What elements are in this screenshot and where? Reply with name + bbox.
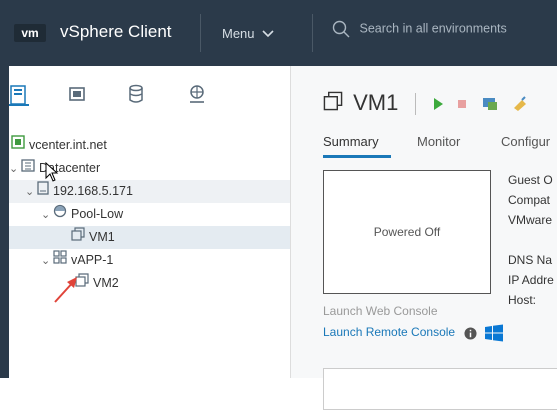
vm-icon xyxy=(323,91,343,117)
header-divider xyxy=(312,14,313,52)
tab-configure[interactable]: Configur xyxy=(501,134,550,149)
tree-item-label: VM2 xyxy=(93,276,119,290)
migrate-icon[interactable] xyxy=(504,90,528,115)
info-label: IP Addre xyxy=(508,273,554,287)
chevron-down-icon[interactable]: ⌄ xyxy=(9,158,21,181)
launch-remote-console-link[interactable]: Launch Remote Console xyxy=(323,324,503,342)
search-placeholder: Search in all environments xyxy=(359,21,507,36)
launch-web-console-link: Launch Web Console xyxy=(323,304,438,318)
storage-icon[interactable] xyxy=(127,84,149,106)
tab-monitor[interactable]: Monitor xyxy=(417,134,460,149)
console-thumbnail[interactable]: Powered Off xyxy=(323,170,491,294)
search-icon xyxy=(332,20,359,38)
info-icon[interactable] xyxy=(458,325,477,340)
power-on-icon[interactable] xyxy=(432,90,444,115)
mouse-cursor-icon xyxy=(45,162,59,182)
annotation-arrow xyxy=(54,277,77,303)
navigator-tabs xyxy=(9,84,290,114)
console-status: Powered Off xyxy=(373,225,441,239)
vcenter-icon xyxy=(11,134,25,157)
tree-item-label: VM1 xyxy=(89,230,115,244)
info-label: Guest O xyxy=(508,173,553,187)
launch-remote-console-label: Launch Remote Console xyxy=(323,325,456,340)
vmware-logo: vm xyxy=(14,24,46,42)
vm-title: VM1 xyxy=(353,90,399,115)
main-panel: VM1 Summary Monitor Configur Powered Off… xyxy=(291,66,557,410)
navigator-panel: vcenter.int.net ⌄ Datacenter ⌄ 192.168.5.1… xyxy=(9,66,291,378)
menu-label: Menu xyxy=(222,26,255,41)
vm-icon xyxy=(71,226,85,249)
chevron-down-icon[interactable]: ⌄ xyxy=(41,250,53,273)
tree-item-host[interactable]: ⌄ 192.168.5.171 xyxy=(9,180,290,203)
info-label: VMware xyxy=(508,213,553,227)
tree-item-label: vAPP-1 xyxy=(71,253,114,267)
tree-item-vm2[interactable]: VM2 xyxy=(9,272,290,295)
vapp-icon xyxy=(53,249,67,272)
datacenter-icon xyxy=(21,157,35,180)
summary-card xyxy=(323,368,557,410)
tab-summary[interactable]: Summary xyxy=(323,134,391,158)
host-icon xyxy=(37,180,49,203)
tree-item-label: 192.168.5.171 xyxy=(53,184,133,198)
global-search[interactable]: Search in all environments xyxy=(332,20,507,38)
tree-item-vapp-1[interactable]: ⌄ vAPP-1 xyxy=(9,249,290,272)
chevron-down-icon xyxy=(258,26,274,41)
tree-item-label: Pool-Low xyxy=(71,207,124,221)
tree-item-vm1[interactable]: VM1 xyxy=(9,226,290,249)
power-off-icon[interactable] xyxy=(450,90,468,115)
tree-item-vcenter[interactable]: vcenter.int.net xyxy=(9,134,290,157)
vm-header: VM1 xyxy=(323,90,528,117)
menu-button[interactable]: Menu xyxy=(222,26,274,41)
app-title[interactable]: vSphere Client xyxy=(60,22,172,42)
windows-icon xyxy=(481,324,503,342)
chevron-down-icon[interactable]: ⌄ xyxy=(41,204,53,227)
tab-label: Summary xyxy=(323,134,379,149)
chevron-down-icon[interactable]: ⌄ xyxy=(25,181,37,204)
resource-pool-icon xyxy=(53,203,67,226)
info-label: DNS Na xyxy=(508,253,553,267)
info-label: Compat xyxy=(508,193,551,207)
header-divider xyxy=(414,93,416,116)
top-bar: vm vSphere Client Menu Search in all env… xyxy=(0,0,557,66)
info-label: Host: xyxy=(508,293,537,307)
tree-item-label: vcenter.int.net xyxy=(29,138,107,152)
header-divider xyxy=(200,14,201,52)
left-frame-edge xyxy=(0,66,9,378)
networking-icon[interactable] xyxy=(187,84,209,106)
vms-and-templates-icon[interactable] xyxy=(67,84,89,106)
hosts-and-clusters-icon[interactable] xyxy=(9,84,31,106)
active-tab-indicator xyxy=(323,155,391,158)
console-icon[interactable] xyxy=(474,90,498,115)
summary-info: Guest O Compat VMware DNS Na IP Addre Ho… xyxy=(508,170,554,310)
tree-item-pool-low[interactable]: ⌄ Pool-Low xyxy=(9,203,290,226)
